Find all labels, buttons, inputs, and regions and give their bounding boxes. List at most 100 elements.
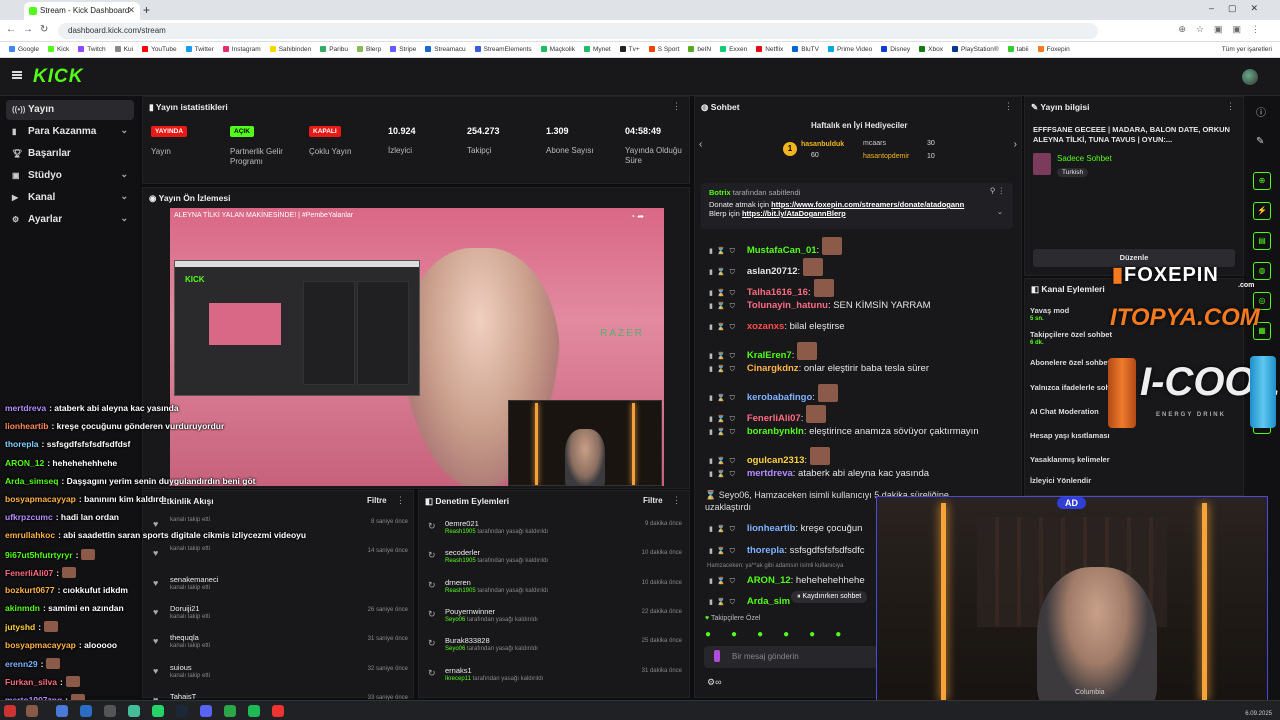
channel-action-item[interactable]: AI Chat Moderation bbox=[1030, 407, 1099, 416]
bookmark-item[interactable]: Blerp bbox=[357, 42, 381, 57]
window-controls[interactable]: –▢✕ bbox=[1209, 3, 1272, 14]
mod-tools-icon[interactable]: ▮⌛⛉ bbox=[709, 471, 739, 478]
chat-message[interactable]: ▮⌛⛉ Tolunayin_hatunu: SEN KİMSİN YARRAM bbox=[709, 300, 931, 311]
channel-action-item[interactable]: Takipçilere özel sohbet 6 dk. bbox=[1030, 330, 1112, 346]
more-options-icon[interactable]: ⋮ bbox=[672, 495, 681, 506]
chrome-icon[interactable] bbox=[128, 705, 140, 717]
mod-tools-icon[interactable]: ▮⌛⛉ bbox=[709, 395, 739, 402]
mod-tools-icon[interactable]: ▮⌛⛉ bbox=[709, 416, 739, 423]
bookmark-item[interactable]: Netflix bbox=[756, 42, 783, 57]
gifter-name[interactable]: hasantopdemir bbox=[863, 153, 909, 160]
mod-tools-icon[interactable]: ▮⌛⛉ bbox=[709, 429, 739, 436]
bookmark-item[interactable]: Foxepin bbox=[1037, 42, 1070, 57]
chat-settings-icon[interactable]: ⚙∞ bbox=[707, 677, 721, 688]
spotify-icon[interactable] bbox=[248, 705, 260, 717]
video-controls-icon[interactable]: ◔ ➦ bbox=[630, 212, 644, 221]
chat-message[interactable]: ▮⌛⛉ thorepla: ssfsgdfsfsfsdfsdfc bbox=[709, 545, 865, 556]
chat-message[interactable]: ▮⌛⛉ kerobabafingo: bbox=[709, 384, 838, 403]
bookmark-item[interactable]: tabii bbox=[1007, 42, 1029, 57]
bookmark-item[interactable]: Disney bbox=[881, 42, 910, 57]
browser-tab[interactable]: Stream - Kick Dashboard ✕ bbox=[24, 2, 140, 20]
mod-tools-icon[interactable]: ▮⌛⛉ bbox=[709, 366, 739, 373]
chat-message[interactable]: ▮⌛⛉ lionheartib: kreşe çocuğun bbox=[709, 523, 862, 534]
mod-tools-icon[interactable]: ▮⌛⛉ bbox=[709, 599, 739, 606]
filter-button[interactable]: Filtre bbox=[643, 496, 663, 505]
more-options-icon[interactable]: ⋮ bbox=[1004, 101, 1013, 112]
emote-bar[interactable]: ●●●●●● bbox=[705, 629, 861, 640]
mod-tools-icon[interactable]: ▮⌛⛉ bbox=[709, 324, 739, 331]
all-bookmarks-link[interactable]: Tüm yer işaretleri bbox=[1222, 42, 1272, 57]
mod-tools-icon[interactable]: ▮⌛⛉ bbox=[709, 303, 739, 310]
app-icon[interactable] bbox=[56, 705, 68, 717]
mod-tools-icon[interactable]: ▮⌛⛉ bbox=[709, 548, 739, 555]
app-icon[interactable] bbox=[104, 705, 116, 717]
chevron-left-icon[interactable]: ‹ bbox=[699, 139, 702, 150]
whatsapp-icon[interactable] bbox=[152, 705, 164, 717]
chat-message[interactable]: ▮⌛⛉ Talha1616_16: bbox=[709, 279, 834, 298]
url-input[interactable]: dashboard.kick.com/stream bbox=[58, 23, 1098, 39]
chat-message[interactable]: ▮⌛⛉ xozanxs: bilal eleştirse bbox=[709, 321, 845, 332]
chat-message[interactable]: ▮⌛⛉ Cinargkdnz: onlar eleştirir baba tesl… bbox=[709, 363, 929, 374]
donate-link[interactable]: https://www.foxepin.com/streamers/donate… bbox=[771, 200, 964, 209]
bookmark-item[interactable]: Prime Video bbox=[827, 42, 872, 57]
chat-message[interactable]: ▮⌛⛉ Arda_sim bbox=[709, 596, 790, 607]
steam-icon[interactable] bbox=[176, 705, 188, 717]
pencil-icon[interactable]: ✎ bbox=[1256, 136, 1264, 147]
mod-action-row[interactable]: Pouyernwinner Seyo06 tarafından yasağı ka… bbox=[445, 607, 538, 623]
chat-message[interactable]: ▮⌛⛉ FenerliAli07: bbox=[709, 405, 827, 424]
chat-paused-pill[interactable]: ⏸ Kaydırırken sohbet bbox=[791, 591, 868, 603]
blerp-link[interactable]: https://bit.ly/AtaDogannBlerp bbox=[742, 209, 846, 218]
mod-action-row[interactable]: Burak833828 Seyo06 tarafından yasağı kald… bbox=[445, 636, 538, 652]
obs-icon[interactable] bbox=[272, 705, 284, 717]
nav-buttons[interactable]: ←→↻ bbox=[6, 24, 55, 35]
category-link[interactable]: Sadece Sohbet bbox=[1057, 154, 1112, 163]
pin-icon[interactable]: ⚲ ⋮ bbox=[990, 186, 1005, 195]
mod-action-row[interactable]: 0emre021 Reash1905 tarafından yasağı kald… bbox=[445, 519, 548, 535]
extension-icons[interactable]: ⊕☆▣▣⋮ bbox=[1178, 24, 1270, 35]
chat-icon[interactable]: ◍ bbox=[1253, 262, 1271, 280]
mod-tools-icon[interactable]: ▮⌛⛉ bbox=[709, 248, 739, 255]
chat-message[interactable]: ▮⌛⛉ KralEren7: bbox=[709, 342, 818, 361]
gifter-name[interactable]: hasanbulduk bbox=[801, 141, 844, 148]
channel-action-item[interactable]: İzleyici Yönlendir bbox=[1030, 476, 1091, 485]
bookmark-item[interactable]: Sahibinden bbox=[269, 42, 311, 57]
bookmark-item[interactable]: Exxen bbox=[720, 42, 747, 57]
sidebar-item-para-kazanma[interactable]: ▮ Para Kazanma ⌄ bbox=[6, 122, 134, 142]
sidebar-item-kanal[interactable]: ▶ Kanal ⌄ bbox=[6, 188, 134, 208]
mod-tools-icon[interactable]: ▮⌛⛉ bbox=[709, 269, 739, 276]
mod-action-row[interactable]: secoderler Reash1905 tarafından yasağı ka… bbox=[445, 548, 548, 564]
app-icon[interactable] bbox=[4, 705, 16, 717]
chat-message[interactable]: ▮⌛⛉ boranbynkln: eleştirince anamıza sövü… bbox=[709, 426, 979, 437]
bookmark-item[interactable]: Xbox bbox=[919, 42, 943, 57]
bookmark-item[interactable]: StreamElements bbox=[474, 42, 532, 57]
bookmark-item[interactable]: PlayStation® bbox=[951, 42, 999, 57]
channel-action-item[interactable]: Yavaş mod 5 sn. bbox=[1030, 306, 1069, 322]
bookmark-item[interactable]: Tv+ bbox=[619, 42, 640, 57]
mod-tools-icon[interactable]: ▮⌛⛉ bbox=[709, 578, 739, 585]
crosshair-icon[interactable]: ⊕ bbox=[1253, 172, 1271, 190]
avatar[interactable] bbox=[1242, 69, 1258, 85]
mod-action-row[interactable]: drneren Reash1905 tarafından yasağı kaldı… bbox=[445, 578, 548, 594]
mod-action-row[interactable]: ernaks1 Ikrecep11 tarafından yasağı kaldı… bbox=[445, 666, 543, 682]
mod-tools-icon[interactable]: ▮⌛⛉ bbox=[709, 458, 739, 465]
sidebar-item-ayarlar[interactable]: ⚙ Ayarlar ⌄ bbox=[6, 210, 134, 230]
app-icon[interactable] bbox=[80, 705, 92, 717]
bookmark-item[interactable]: S Sport bbox=[648, 42, 679, 57]
kick-logo[interactable]: KICK bbox=[33, 66, 83, 88]
bookmark-item[interactable]: Stripe bbox=[390, 42, 416, 57]
chat-message[interactable]: ▮⌛⛉ mertdreva: ataberk abi aleyna kac yas… bbox=[709, 468, 929, 479]
bookmark-item[interactable]: Google bbox=[9, 42, 39, 57]
bookmark-item[interactable]: Mynet bbox=[583, 42, 611, 57]
filter-button[interactable]: Filtre bbox=[367, 496, 387, 505]
bookmark-item[interactable]: beIN bbox=[688, 42, 711, 57]
bookmark-item[interactable]: Twitch bbox=[78, 42, 106, 57]
new-tab-button[interactable]: + bbox=[143, 3, 150, 17]
bookmark-item[interactable]: Twitter bbox=[185, 42, 214, 57]
clipboard-icon[interactable]: ▤ bbox=[1253, 232, 1271, 250]
more-options-icon[interactable]: ⋮ bbox=[1226, 101, 1235, 112]
bookmark-item[interactable]: Kick bbox=[47, 42, 69, 57]
sidebar-item-studyo[interactable]: ▣ Stüdyo ⌄ bbox=[6, 166, 134, 186]
more-options-icon[interactable]: ⋮ bbox=[396, 495, 405, 506]
gifter-name[interactable]: mcaars bbox=[863, 140, 886, 147]
lightning-icon[interactable]: ⚡ bbox=[1253, 202, 1271, 220]
